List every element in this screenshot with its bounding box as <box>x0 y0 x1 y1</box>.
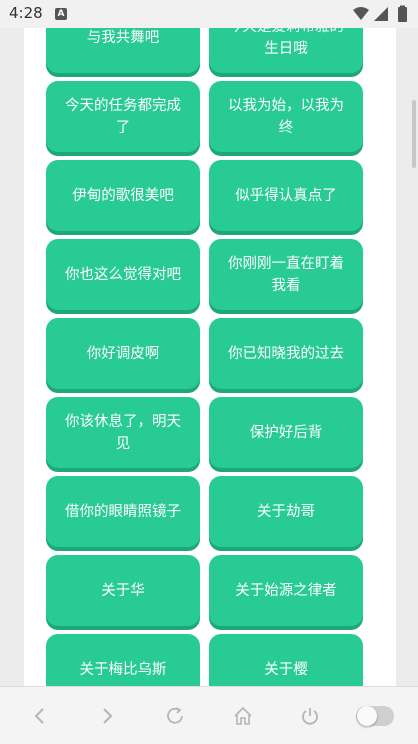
topic-button[interactable]: 似乎得认真点了 <box>209 160 363 231</box>
wifi-icon <box>353 7 369 20</box>
topic-button[interactable]: 关于华 <box>46 555 200 626</box>
home-icon <box>234 706 252 725</box>
status-icons <box>352 5 410 23</box>
notification-a-icon: A <box>55 8 67 20</box>
topic-button[interactable]: 伊甸的歌很美吧 <box>46 160 200 231</box>
back-icon <box>34 708 44 724</box>
topic-button[interactable]: 你该休息了，明天见 <box>46 397 200 468</box>
topics-page: 与我共舞吧今天是爱莉希雅的生日哦今天的任务都完成了以我为始，以我为终伊甸的歌很美… <box>24 0 396 686</box>
topic-label: 你也这么觉得对吧 <box>65 266 181 283</box>
topic-label: 关于梅比乌斯 <box>79 661 167 678</box>
scroll-thumb[interactable] <box>412 100 416 168</box>
topic-label: 关于华 <box>101 582 145 599</box>
toggle-switch[interactable] <box>356 706 394 726</box>
refresh-icon <box>167 707 183 724</box>
topic-label: 伊甸的歌很美吧 <box>72 187 174 204</box>
topic-label: 你已知晓我的过去 <box>228 345 344 362</box>
refresh-button[interactable] <box>160 701 190 731</box>
topic-label: 你好调皮啊 <box>86 345 160 362</box>
forward-button[interactable] <box>92 701 122 731</box>
topic-button[interactable]: 借你的眼睛照镜子 <box>46 476 200 547</box>
forward-icon <box>103 708 113 724</box>
back-button[interactable] <box>25 701 55 731</box>
topic-label: 借你的眼睛照镜子 <box>65 503 181 520</box>
battery-icon <box>398 7 407 22</box>
topic-button[interactable]: 保护好后背 <box>209 397 363 468</box>
status-bar: 4:28 A <box>0 0 418 28</box>
scrollbar[interactable] <box>412 28 416 686</box>
topic-button[interactable]: 关于樱 <box>209 634 363 686</box>
topic-button[interactable]: 关于始源之律者 <box>209 555 363 626</box>
topic-button[interactable]: 关于梅比乌斯 <box>46 634 200 686</box>
topic-button[interactable]: 关于劫哥 <box>209 476 363 547</box>
power-icon <box>302 708 318 725</box>
topic-label: 与我共舞吧 <box>86 29 160 46</box>
topic-label: 今天的任务都完成了 <box>65 97 181 136</box>
topic-button[interactable]: 你好调皮啊 <box>46 318 200 389</box>
status-time: 4:28 <box>9 4 43 22</box>
topic-button[interactable]: 今天的任务都完成了 <box>46 81 200 152</box>
topic-label: 以我为始，以我为终 <box>228 97 344 136</box>
bottom-nav <box>0 686 418 744</box>
signal-icon <box>374 7 388 21</box>
topic-label: 保护好后背 <box>249 424 323 441</box>
topic-button[interactable]: 以我为始，以我为终 <box>209 81 363 152</box>
power-button[interactable] <box>295 701 325 731</box>
topic-button[interactable]: 你已知晓我的过去 <box>209 318 363 389</box>
topic-label: 你该休息了，明天见 <box>65 413 181 452</box>
topic-button[interactable]: 你也这么觉得对吧 <box>46 239 200 310</box>
home-button[interactable] <box>228 701 258 731</box>
topic-label: 关于樱 <box>264 661 308 678</box>
topic-label: 关于始源之律者 <box>235 582 337 599</box>
topic-label: 你刚刚一直在盯着我看 <box>228 255 344 294</box>
toggle-knob <box>357 706 377 726</box>
topic-button[interactable]: 你刚刚一直在盯着我看 <box>209 239 363 310</box>
topic-label: 关于劫哥 <box>257 503 315 520</box>
topic-label: 似乎得认真点了 <box>235 187 337 204</box>
